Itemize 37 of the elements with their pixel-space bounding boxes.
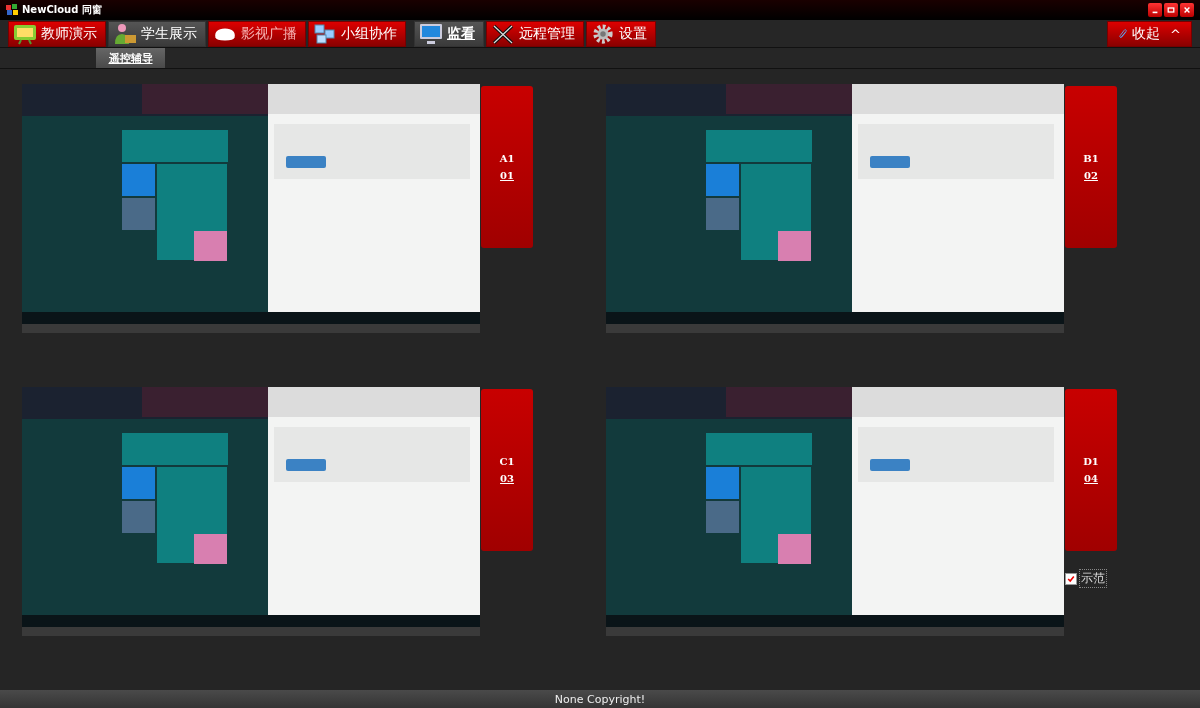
student-name: C1: [499, 456, 515, 467]
seat-number: 02: [1084, 170, 1098, 181]
sub-tab[interactable]: 遥控辅导: [96, 48, 165, 68]
window-title: NewCloud 同窗: [22, 3, 102, 17]
student-name: D1: [1083, 456, 1099, 467]
student-name: A1: [499, 153, 515, 164]
monitor-icon: [419, 23, 443, 45]
cubes-icon: [313, 23, 337, 45]
easel-icon: [13, 23, 37, 45]
student-card[interactable]: C1 03: [481, 389, 533, 551]
minimize-button[interactable]: [1148, 3, 1162, 17]
maximize-icon: [1167, 6, 1175, 14]
toolbar-tab[interactable]: 监看: [414, 21, 484, 47]
app-logo-icon: [6, 4, 18, 16]
student-card[interactable]: A1 01: [481, 86, 533, 248]
toolbar-tab[interactable]: 学生展示: [108, 21, 206, 47]
check-icon: [1067, 574, 1075, 583]
toolbar-tab[interactable]: 小组协作: [308, 21, 406, 47]
tools-icon: [491, 23, 515, 45]
toolbar-tab[interactable]: 教师演示: [8, 21, 106, 47]
person-icon: [113, 23, 137, 45]
collapse-button[interactable]: 收起 ^: [1107, 21, 1192, 47]
seat-number: 04: [1084, 473, 1098, 484]
toolbar-tab[interactable]: 远程管理: [486, 21, 584, 47]
demo-label: 示范: [1079, 569, 1107, 588]
close-button[interactable]: [1180, 3, 1194, 17]
demo-checkbox[interactable]: [1065, 572, 1077, 585]
student-name: B1: [1083, 153, 1099, 164]
status-text: None Copyright!: [554, 693, 646, 706]
maximize-button[interactable]: [1164, 3, 1178, 17]
student-card[interactable]: D1 04: [1065, 389, 1117, 551]
close-icon: [1183, 6, 1191, 14]
toolbar-tab[interactable]: 设置: [586, 21, 656, 47]
student-card[interactable]: B1 02: [1065, 86, 1117, 248]
seat-number: 03: [500, 473, 514, 484]
seat-number: 01: [500, 170, 514, 181]
gear-icon: [591, 23, 615, 45]
